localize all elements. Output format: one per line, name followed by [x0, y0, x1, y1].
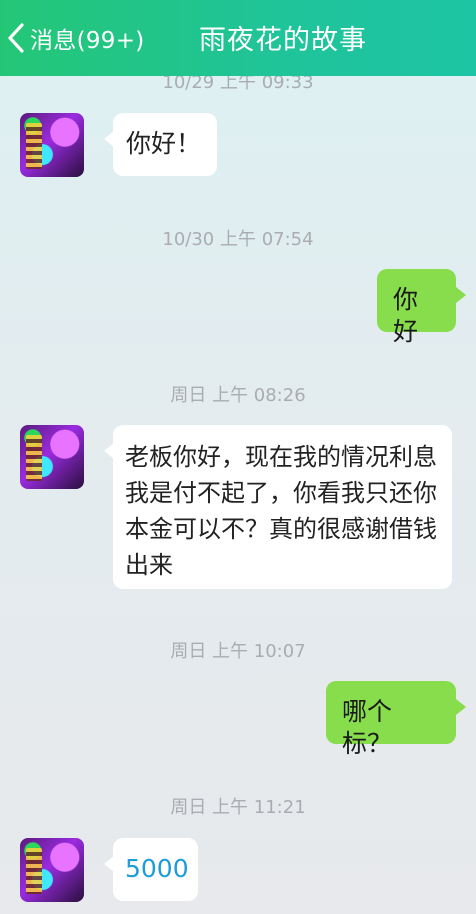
received-message[interactable]: 你好！ [104, 113, 217, 176]
timestamp: 周日 上午 08:26 [170, 385, 306, 406]
timestamp: 周日 上午 11:21 [170, 797, 306, 818]
contact-avatar[interactable] [20, 425, 84, 489]
chat-title: 雨夜花的故事 [199, 25, 367, 56]
sent-message[interactable]: 你好 [377, 269, 466, 346]
contact-avatar[interactable] [20, 838, 84, 902]
received-message[interactable]: 老板你好，现在我的情况利息我是付不起了，你看我只还你本金可以不？真的很感谢借钱出… [104, 425, 452, 589]
received-message[interactable]: 5000 [104, 838, 198, 901]
sent-message[interactable]: 哪个标？ [326, 681, 466, 758]
contact-avatar[interactable] [20, 113, 84, 177]
chat-header: 消息(99+) 雨夜花的故事 [0, 0, 476, 76]
timestamp: 周日 上午 10:07 [170, 641, 306, 662]
chat-area[interactable]: 10/29 上午 09:33 你好！ 10/30 上午 07:54 你好 周日 … [0, 0, 476, 914]
timestamp: 10/30 上午 07:54 [162, 229, 314, 250]
